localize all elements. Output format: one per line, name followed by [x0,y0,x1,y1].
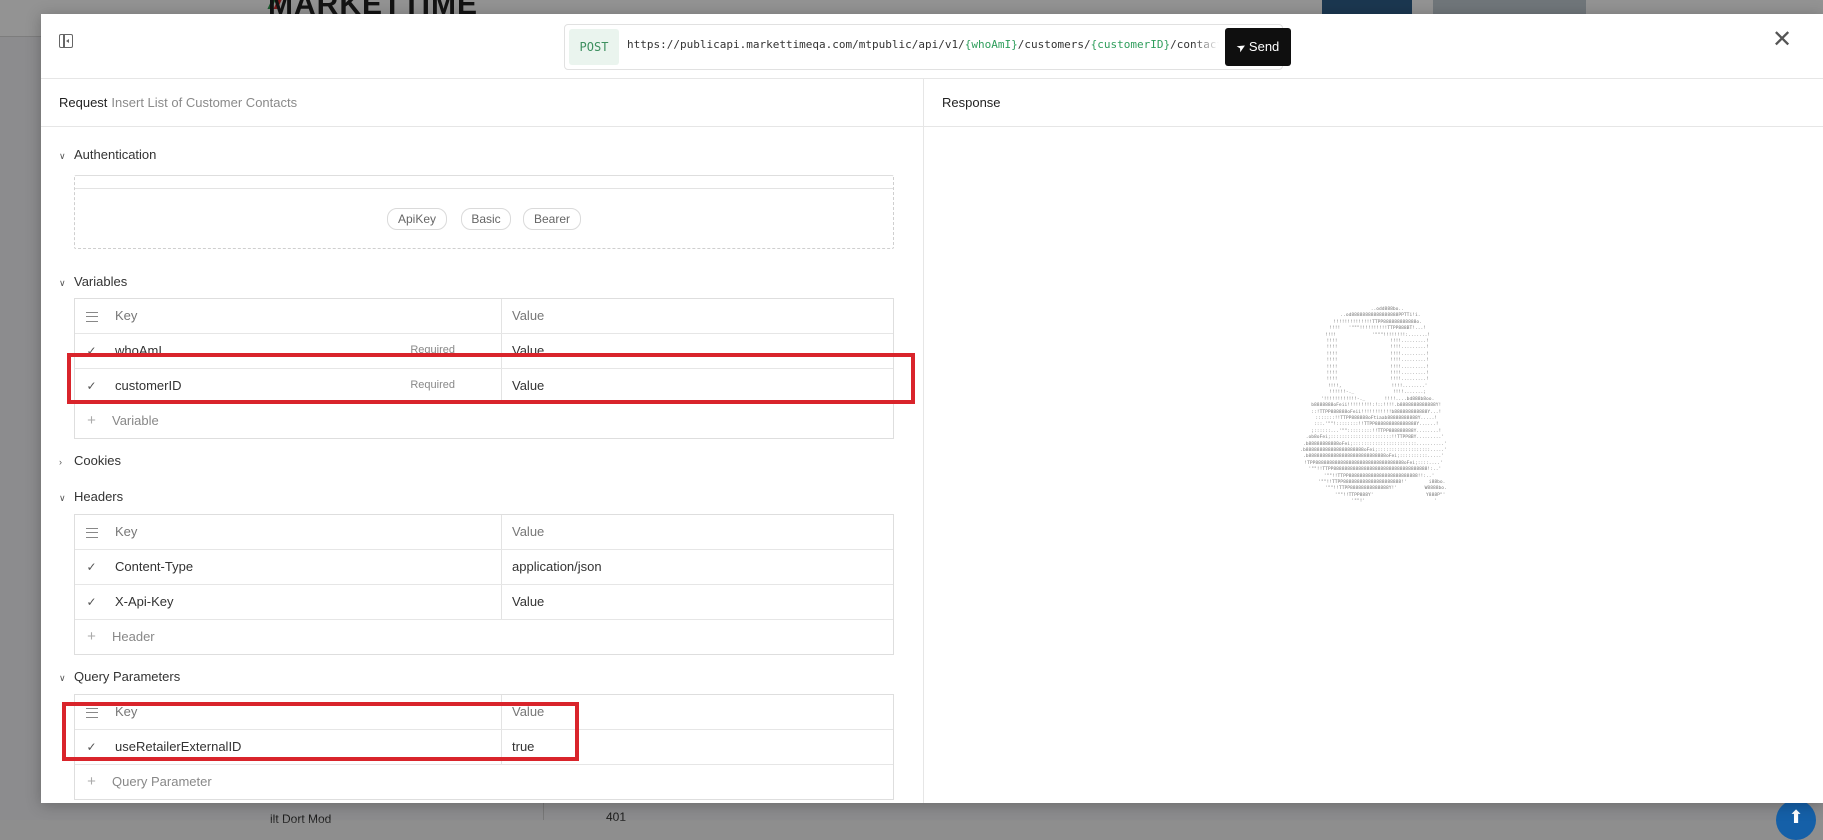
checkmark-icon[interactable]: ✓ [75,585,108,619]
column-header-value: Value [501,515,891,549]
section-variables[interactable]: ∨ Variables [59,274,127,289]
request-title-label: Request [59,95,108,110]
auth-option-basic[interactable]: Basic [461,208,511,230]
url-input[interactable]: https://publicapi.markettimeqa.com/mtpub… [627,25,1219,69]
url-fade [1193,25,1219,69]
request-pane: Request Insert List of Customer Contacts … [41,79,924,803]
section-query-parameters[interactable]: ∨ Query Parameters [59,669,180,684]
table-header-row: Key Value [75,515,893,550]
arrow-up-icon: ⬆ [1788,807,1804,827]
section-authentication[interactable]: ∨ Authentication [59,147,156,162]
add-header-row[interactable]: + Header [75,620,893,654]
modal-header: POST https://publicapi.markettimeqa.com/… [41,14,1823,79]
header-value-x-api-key[interactable]: Value [501,585,891,619]
url-var-whoami: {whoAmI} [964,38,1018,51]
response-divider [924,126,1823,127]
section-cookies-label: Cookies [74,453,121,468]
send-label: Send [1248,39,1280,54]
plus-icon: + [87,773,96,790]
plus-icon: + [87,628,96,645]
header-key-content-type[interactable]: Content-Type [115,550,455,584]
table-header-row: Key Value [75,299,893,334]
column-header-value: Value [501,299,891,333]
highlight-box-query-parameter [62,702,579,761]
add-variable-row[interactable]: + Variable [75,404,893,438]
bulk-edit-icon[interactable] [75,299,108,333]
table-row: ✓ X-Api-Key Value [75,585,893,620]
checkmark-icon[interactable]: ✓ [75,550,108,584]
add-query-parameter-row[interactable]: + Query Parameter [75,765,893,799]
auth-options-box: ApiKey Basic Bearer [74,175,894,249]
ascii-art-placeholder: ..odd888bo.. ..od88888888888888888PPTTi!… [1300,307,1447,505]
send-button[interactable]: ➤Send [1225,28,1291,66]
auth-divider [75,188,893,189]
request-divider [41,126,923,127]
sidebar-toggle-icon[interactable] [59,34,73,48]
response-title: Response [942,95,1001,110]
api-try-modal: POST https://publicapi.markettimeqa.com/… [41,14,1823,803]
column-header-key: Key [115,524,138,539]
highlight-box-customerid [67,353,915,404]
auth-option-apikey[interactable]: ApiKey [387,208,447,230]
section-authentication-label: Authentication [74,147,157,162]
scroll-to-top-button[interactable]: ⬆ [1776,800,1816,840]
section-headers[interactable]: ∨ Headers [59,489,123,504]
header-value-content-type[interactable]: application/json [501,550,891,584]
section-cookies[interactable]: › Cookies [59,453,121,468]
chevron-down-icon: ∨ [59,493,66,503]
table-row: ✓ Content-Type application/json [75,550,893,585]
headers-table: Key Value ✓ Content-Type application/jso… [74,514,894,655]
url-mid: /customers/ [1017,38,1091,51]
add-variable-label: Variable [112,413,159,428]
request-title: Request Insert List of Customer Contacts [59,95,297,110]
chevron-down-icon: ∨ [59,151,66,161]
url-bar: POST https://publicapi.markettimeqa.com/… [564,24,1291,70]
auth-option-bearer[interactable]: Bearer [523,208,581,230]
chevron-right-icon: › [59,457,62,467]
method-badge[interactable]: POST [569,29,619,65]
close-icon[interactable]: ✕ [1772,28,1792,52]
chevron-down-icon: ∨ [59,278,66,288]
response-pane: Response ..odd888bo.. ..od88888888888888… [924,79,1823,803]
column-header-key: Key [115,308,138,323]
url-var-customerid: {customerID} [1090,38,1171,51]
section-query-parameters-label: Query Parameters [74,669,181,684]
url-prefix: https://publicapi.markettimeqa.com/mtpub… [627,38,965,51]
section-variables-label: Variables [74,274,128,289]
add-query-parameter-label: Query Parameter [112,774,212,789]
header-key-x-api-key[interactable]: X-Api-Key [115,585,455,619]
chevron-down-icon: ∨ [59,673,66,683]
plus-icon: + [87,412,96,429]
add-header-label: Header [112,629,155,644]
bulk-edit-icon[interactable] [75,515,108,549]
section-headers-label: Headers [74,489,124,504]
request-subtitle: Insert List of Customer Contacts [111,95,298,110]
